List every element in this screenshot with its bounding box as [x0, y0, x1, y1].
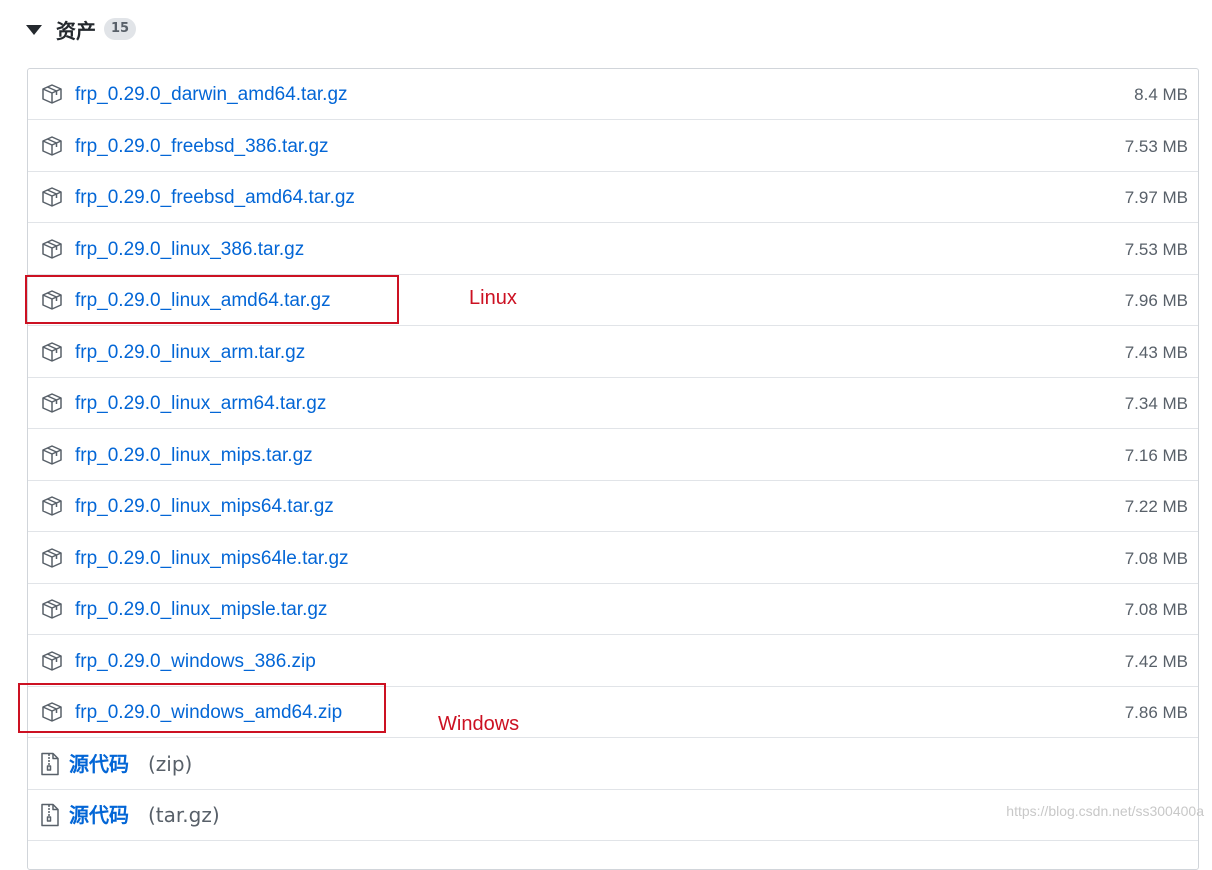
- asset-download-link[interactable]: frp_0.29.0_linux_arm.tar.gz: [75, 327, 305, 378]
- asset-size: 7.08 MB: [1124, 548, 1188, 568]
- source-code-format: (tar.gz): [148, 803, 220, 827]
- asset-size: 7.86 MB: [1124, 703, 1188, 722]
- source-code-format: (zip): [148, 751, 193, 776]
- asset-row: frp_0.29.0_linux_386.tar.gz 7.53 MB: [28, 224, 1198, 275]
- asset-download-link[interactable]: frp_0.29.0_linux_mips64.tar.gz: [75, 481, 334, 532]
- asset-row: frp_0.29.0_darwin_amd64.tar.gz 8.4 MB: [28, 69, 1198, 120]
- source-code-row: 源代码 (zip): [28, 739, 1198, 790]
- zip-file-icon: [40, 752, 60, 776]
- asset-size: 7.08 MB: [1124, 600, 1188, 619]
- asset-size: 7.42 MB: [1124, 651, 1188, 671]
- asset-size: 7.53 MB: [1124, 239, 1188, 259]
- windows-highlight-box: [18, 683, 386, 733]
- watermark: https://blog.csdn.net/ss300400a: [1006, 803, 1204, 819]
- asset-size: 7.22 MB: [1124, 497, 1188, 516]
- asset-size: 7.34 MB: [1124, 394, 1188, 413]
- asset-row: frp_0.29.0_freebsd_amd64.tar.gz 7.97 MB: [28, 172, 1198, 223]
- package-icon: [40, 546, 64, 570]
- asset-row: frp_0.29.0_linux_mipsle.tar.gz 7.08 MB: [28, 584, 1198, 635]
- asset-size: 7.97 MB: [1124, 188, 1188, 207]
- linux-annotation: Linux: [469, 287, 517, 309]
- package-icon: [40, 597, 64, 621]
- package-icon: [40, 443, 64, 467]
- package-icon: [40, 494, 64, 518]
- package-icon: [40, 649, 64, 673]
- windows-annotation: Windows: [438, 713, 520, 735]
- package-icon: [40, 391, 64, 415]
- asset-download-link[interactable]: frp_0.29.0_windows_386.zip: [75, 636, 316, 687]
- asset-download-link[interactable]: frp_0.29.0_freebsd_386.tar.gz: [75, 121, 329, 172]
- asset-size: 7.43 MB: [1124, 342, 1188, 362]
- package-icon: [40, 82, 64, 106]
- asset-download-link[interactable]: frp_0.29.0_linux_mips64le.tar.gz: [75, 533, 349, 584]
- asset-download-link[interactable]: frp_0.29.0_darwin_amd64.tar.gz: [75, 69, 348, 120]
- zip-file-icon: [40, 803, 60, 827]
- asset-list: frp_0.29.0_darwin_amd64.tar.gz 8.4 MB frp_…: [27, 68, 1199, 870]
- asset-row: frp_0.29.0_freebsd_386.tar.gz 7.53 MB: [28, 121, 1198, 172]
- asset-row: frp_0.29.0_linux_arm.tar.gz 7.43 MB: [28, 327, 1198, 378]
- asset-row: frp_0.29.0_linux_mips64.tar.gz 7.22 MB: [28, 481, 1198, 532]
- source-code-link[interactable]: 源代码: [69, 790, 129, 841]
- triangle-down-icon[interactable]: [26, 25, 42, 35]
- asset-size: 7.96 MB: [1124, 291, 1188, 310]
- asset-size: 7.53 MB: [1124, 136, 1188, 156]
- package-icon: [40, 185, 64, 209]
- asset-row: frp_0.29.0_windows_386.zip 7.42 MB: [28, 636, 1198, 687]
- assets-count-badge: 15: [104, 18, 137, 40]
- asset-download-link[interactable]: frp_0.29.0_linux_mips.tar.gz: [75, 430, 313, 481]
- linux-highlight-box: [25, 275, 399, 324]
- asset-row: frp_0.29.0_linux_mips.tar.gz 7.16 MB: [28, 430, 1198, 481]
- asset-size: 8.4 MB: [1134, 85, 1188, 104]
- asset-size: 7.16 MB: [1124, 445, 1188, 465]
- asset-download-link[interactable]: frp_0.29.0_linux_mipsle.tar.gz: [75, 584, 327, 635]
- asset-download-link[interactable]: frp_0.29.0_linux_386.tar.gz: [75, 224, 304, 275]
- assets-header[interactable]: 资产 15: [26, 14, 137, 44]
- asset-download-link[interactable]: frp_0.29.0_linux_arm64.tar.gz: [75, 378, 326, 429]
- asset-download-link[interactable]: frp_0.29.0_freebsd_amd64.tar.gz: [75, 172, 355, 223]
- asset-row: frp_0.29.0_linux_arm64.tar.gz 7.34 MB: [28, 378, 1198, 429]
- source-code-link[interactable]: 源代码: [69, 739, 129, 790]
- package-icon: [40, 237, 64, 261]
- assets-title: 资产: [56, 18, 96, 43]
- asset-row: frp_0.29.0_linux_mips64le.tar.gz 7.08 MB: [28, 533, 1198, 584]
- package-icon: [40, 134, 64, 158]
- package-icon: [40, 340, 64, 364]
